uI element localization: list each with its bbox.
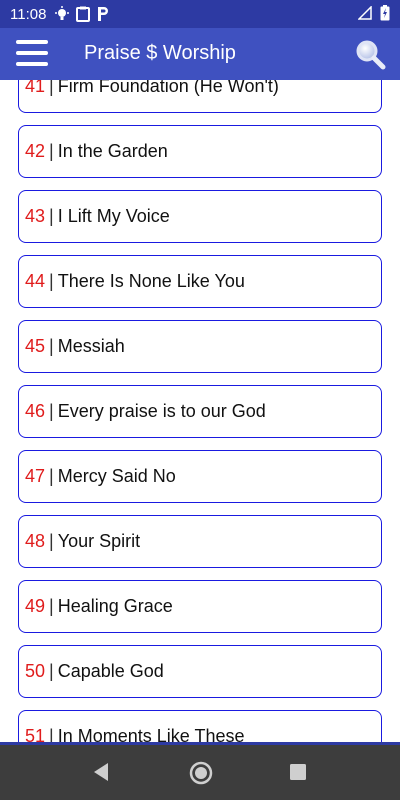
song-separator: |	[49, 80, 54, 96]
song-number: 48	[25, 531, 46, 551]
status-time: 11:08	[10, 5, 47, 23]
hamburger-menu-icon[interactable]	[16, 40, 48, 68]
song-title: In Moments Like These	[57, 726, 245, 742]
song-separator: |	[49, 401, 54, 421]
song-title: Messiah	[57, 336, 125, 356]
song-title: Firm Foundation (He Won't)	[57, 80, 279, 96]
song-separator: |	[49, 336, 54, 356]
song-title: Healing Grace	[57, 596, 173, 616]
song-title: In the Garden	[57, 141, 168, 161]
app-bar: Praise $ Worship	[0, 28, 400, 80]
song-number: 49	[25, 596, 46, 616]
song-separator: |	[49, 466, 54, 486]
song-number: 42	[25, 141, 46, 161]
song-separator: |	[49, 596, 54, 616]
home-circle-icon[interactable]	[188, 760, 214, 786]
song-title: Mercy Said No	[57, 466, 176, 486]
back-triangle-icon[interactable]	[90, 760, 112, 784]
song-list-item[interactable]: 44 | There Is None Like You	[18, 255, 382, 308]
song-list-item[interactable]: 41 | Firm Foundation (He Won't)	[18, 80, 382, 113]
song-separator: |	[49, 726, 54, 742]
song-separator: |	[49, 206, 54, 226]
song-number: 43	[25, 206, 46, 226]
song-separator: |	[49, 661, 54, 681]
song-number: 41	[25, 80, 46, 96]
song-list[interactable]: 41 | Firm Foundation (He Won't) 42 | In the G…	[0, 80, 400, 742]
clipboard-icon	[76, 6, 91, 22]
parking-p-icon	[98, 7, 109, 21]
song-title: I Lift My Voice	[57, 206, 170, 226]
song-title: There Is None Like You	[57, 271, 245, 291]
song-number: 46	[25, 401, 46, 421]
song-number: 51	[25, 726, 46, 742]
signal-icon	[358, 6, 372, 20]
song-list-item[interactable]: 43 | I Lift My Voice	[18, 190, 382, 243]
status-bar: 11:08	[0, 0, 400, 28]
song-separator: |	[49, 141, 54, 161]
song-number: 47	[25, 466, 46, 486]
song-separator: |	[49, 531, 54, 551]
song-list-item[interactable]: 51 | In Moments Like These	[18, 710, 382, 742]
status-system-icons	[358, 5, 390, 21]
song-list-item[interactable]: 46 | Every praise is to our God	[18, 385, 382, 438]
song-list-item[interactable]: 47 | Mercy Said No	[18, 450, 382, 503]
song-title: Capable God	[57, 661, 164, 681]
app-title: Praise $ Worship	[84, 42, 236, 64]
recent-apps-square-icon[interactable]	[288, 760, 308, 784]
song-number: 45	[25, 336, 46, 356]
battery-icon	[380, 5, 390, 21]
song-separator: |	[49, 271, 54, 291]
song-list-item[interactable]: 42 | In the Garden	[18, 125, 382, 178]
search-icon[interactable]	[354, 38, 386, 70]
song-number: 50	[25, 661, 46, 681]
song-list-item[interactable]: 49 | Healing Grace	[18, 580, 382, 633]
song-title: Your Spirit	[57, 531, 141, 551]
song-list-item[interactable]: 45 | Messiah	[18, 320, 382, 373]
song-number: 44	[25, 271, 46, 291]
status-notification-icons	[54, 6, 110, 22]
navigation-bar	[0, 742, 400, 800]
song-title: Every praise is to our God	[57, 401, 266, 421]
song-list-item[interactable]: 50 | Capable God	[18, 645, 382, 698]
lightbulb-icon	[55, 6, 70, 20]
song-list-item[interactable]: 48 | Your Spirit	[18, 515, 382, 568]
